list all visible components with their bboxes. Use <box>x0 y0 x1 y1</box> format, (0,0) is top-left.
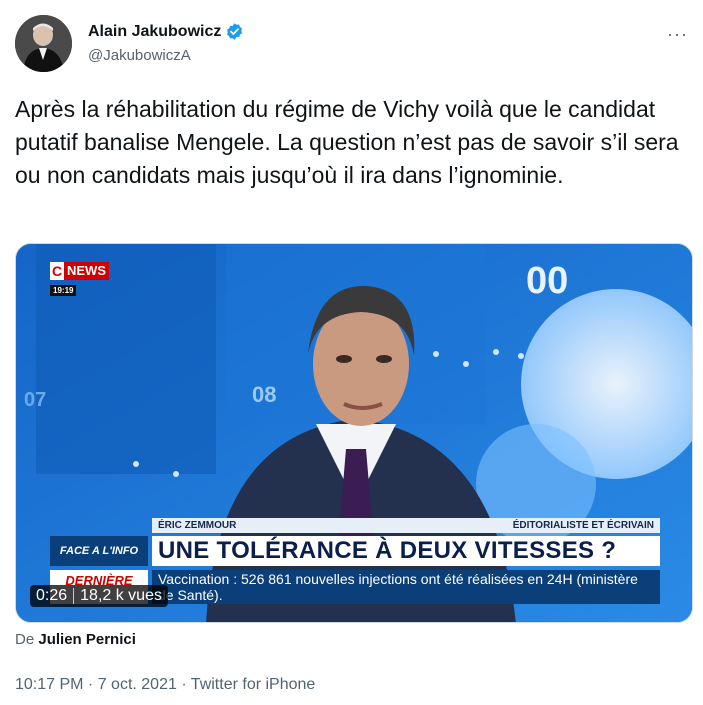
video-stats-overlay: 0:26 18,2 k vues <box>30 585 168 607</box>
speaker-role: ÉDITORIALISTE ET ÉCRIVAIN <box>512 520 654 531</box>
avatar[interactable] <box>15 15 72 72</box>
verified-badge-icon <box>227 23 243 40</box>
video-frame <box>16 244 692 622</box>
headline: UNE TOLÉRANCE À DEUX VITESSES ? <box>152 536 660 566</box>
video-views: 18,2 k vues <box>80 587 162 604</box>
show-name: FACE A L'INFO <box>50 536 148 566</box>
tweet-text: Après la réhabilitation du régime de Vic… <box>15 96 679 188</box>
channel-logo-news: NEWS <box>64 262 109 280</box>
handle[interactable]: @JakubowiczA <box>88 47 244 64</box>
broadcast-clock: 19:19 <box>50 285 77 296</box>
more-options-icon[interactable]: ··· <box>667 24 688 45</box>
attribution-prefix: De <box>15 631 35 648</box>
studio-number-0: 00 <box>526 260 569 302</box>
news-ticker: Vaccination : 526 861 nouvelles injectio… <box>152 570 660 604</box>
channel-logo: C NEWS <box>50 262 109 280</box>
channel-logo-c: C <box>50 262 64 280</box>
divider <box>73 588 75 604</box>
studio-number-2: 08 <box>252 382 277 407</box>
tweet-header: Alain Jakubowicz @JakubowiczA ··· <box>15 14 690 74</box>
avatar-image <box>15 15 72 72</box>
display-name[interactable]: Alain Jakubowicz <box>88 23 221 41</box>
tweet-meta[interactable]: 10:17 PM · 7 oct. 2021 · Twitter for iPh… <box>15 676 315 694</box>
video-attribution: De Julien Pernici <box>15 631 136 648</box>
attribution-name[interactable]: Julien Pernici <box>38 631 136 648</box>
studio-number-1: 07 <box>24 389 47 411</box>
author-names: Alain Jakubowicz @JakubowiczA <box>88 22 244 64</box>
video-player[interactable]: C NEWS 19:19 00 07 08 ÉRIC ZEMMOUR ÉDITO… <box>15 243 693 623</box>
speaker-bar: ÉRIC ZEMMOUR ÉDITORIALISTE ET ÉCRIVAIN <box>152 518 660 533</box>
speaker-name: ÉRIC ZEMMOUR <box>158 520 237 531</box>
video-duration: 0:26 <box>36 587 68 604</box>
